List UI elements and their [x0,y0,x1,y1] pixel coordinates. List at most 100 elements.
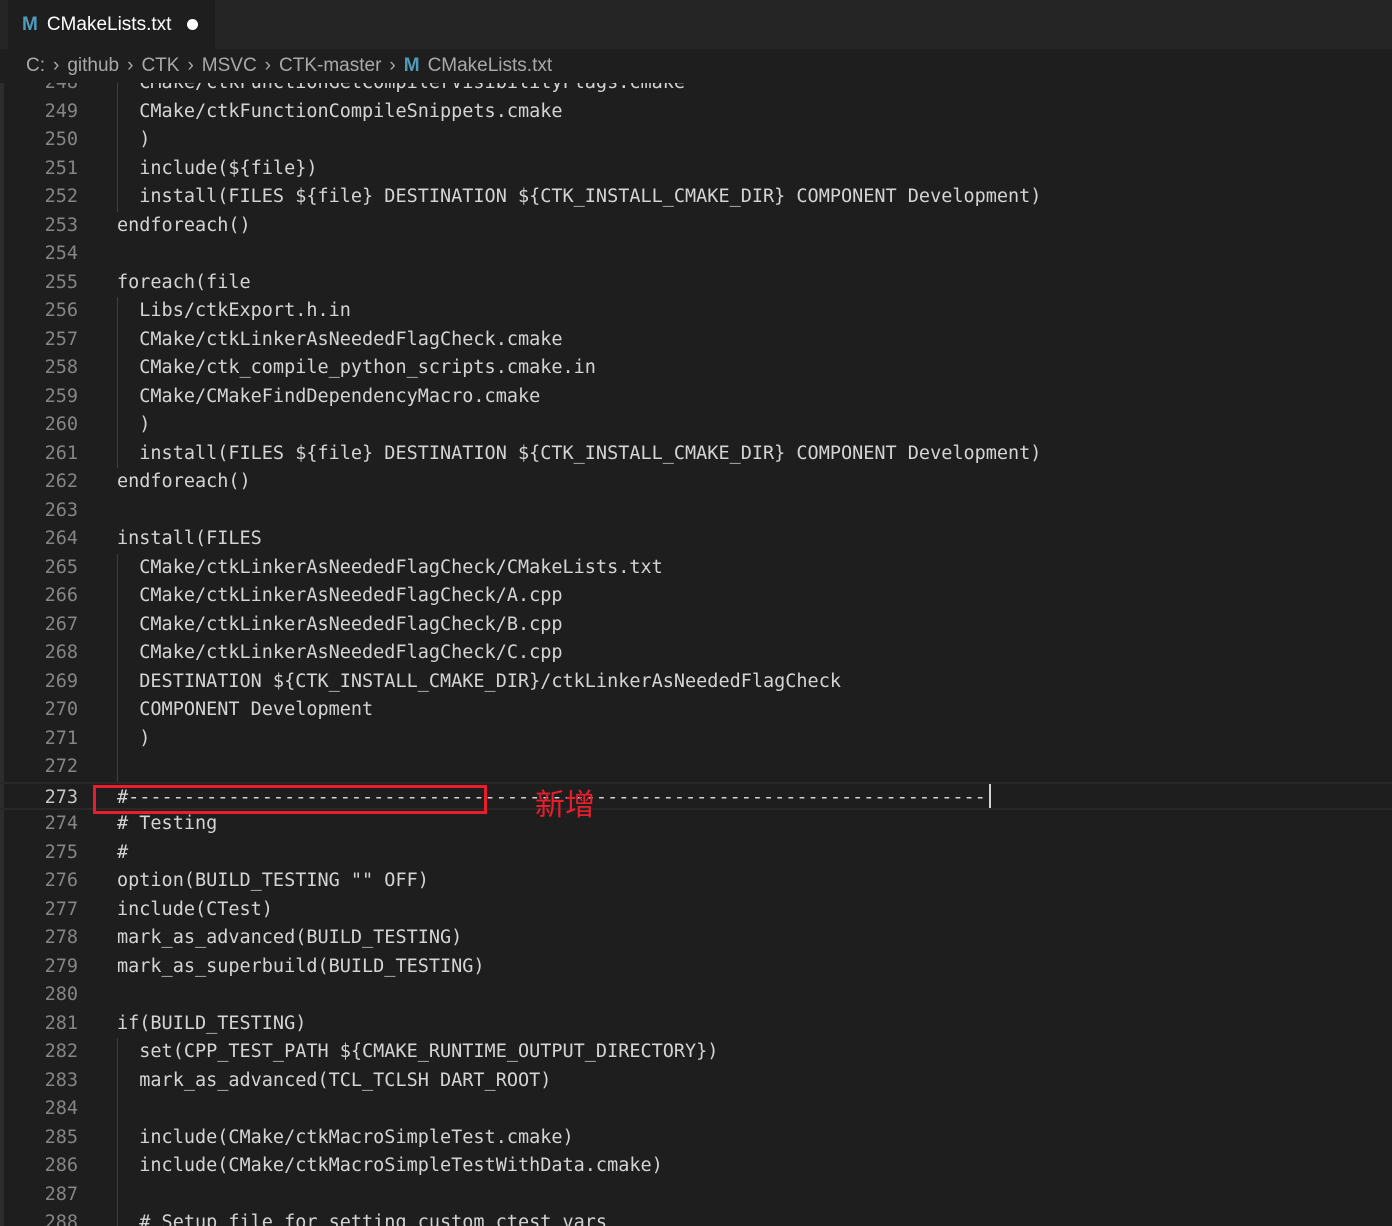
code-line[interactable]: 284 [0,1095,1392,1124]
line-number: 287 [44,1183,78,1205]
code-line[interactable]: 270 COMPONENT Development [0,696,1392,725]
breadcrumb-item-file[interactable]: CMakeLists.txt [428,55,553,77]
line-number: 265 [44,556,78,578]
line-number: 260 [44,414,78,435]
code-text: include(CMake/ctkMacroSimpleTest.cmake) [117,1126,574,1148]
code-line[interactable]: 267 CMake/ctkLinkerAsNeededFlagCheck/B.c… [0,611,1392,640]
breadcrumb-item-github[interactable]: github [67,55,119,77]
code-line[interactable]: 286 include(CMake/ctkMacroSimpleTestWith… [0,1152,1392,1181]
code-text: endforeach() [117,471,251,492]
indent-guide [117,553,118,782]
code-line[interactable]: 265 CMake/ctkLinkerAsNeededFlagCheck/CMa… [0,554,1392,583]
code-line[interactable]: 254 [0,240,1392,269]
chevron-right-icon: › [127,55,134,76]
code-text: set(CPP_TEST_PATH ${CMAKE_RUNTIME_OUTPUT… [117,1041,719,1062]
line-number: 288 [44,1212,78,1226]
cmake-file-icon: M [403,55,420,76]
line-number: 259 [44,385,78,407]
code-text: install(FILES [117,528,262,549]
cmake-file-icon: M [22,13,38,35]
code-text: include(CMake/ctkMacroSimpleTestWithData… [117,1155,663,1176]
line-number: 269 [44,670,78,692]
line-number: 256 [44,300,78,321]
breadcrumb-item-ctk[interactable]: CTK [141,55,179,77]
line-number: 285 [44,1126,78,1148]
line-number: 251 [44,157,78,179]
annotation-label: 新增 [535,788,595,823]
code-line[interactable]: 249 CMake/ctkFunctionCompileSnippets.cma… [0,98,1392,127]
code-line[interactable]: 274 # Testing [0,810,1392,839]
code-line[interactable]: 261 install(FILES ${file} DESTINATION ${… [0,440,1392,469]
code-line[interactable]: 282 set(CPP_TEST_PATH ${CMAKE_RUNTIME_OU… [0,1038,1392,1067]
code-line[interactable]: 275 # [0,839,1392,868]
code-text: CMake/ctkLinkerAsNeededFlagCheck.cmake [117,328,563,350]
code-line[interactable]: 252 install(FILES ${file} DESTINATION ${… [0,183,1392,212]
code-line[interactable]: 283 mark_as_advanced(TCL_TCLSH DART_ROOT… [0,1067,1392,1096]
code-text: # Setup file for setting custom ctest va… [117,1212,608,1226]
code-text: CMake/ctk_compile_python_scripts.cmake.i… [117,357,596,378]
line-number: 274 [44,813,78,834]
line-number: 264 [44,528,78,549]
indent-guide [117,83,118,212]
chevron-right-icon: › [53,55,60,76]
annotation-highlight-box [93,785,487,814]
chevron-right-icon: › [264,55,271,76]
line-number: 273 [44,786,78,808]
line-number: 283 [44,1069,78,1091]
breadcrumb-item-drive[interactable]: C: [26,55,45,77]
code-text: if(BUILD_TESTING) [117,1012,307,1034]
code-line[interactable]: 255 foreach(file [0,269,1392,298]
code-line[interactable]: 287 [0,1181,1392,1210]
code-text: ) [117,414,151,435]
unsaved-dot-icon[interactable] [187,19,199,30]
code-text: install(FILES ${file} DESTINATION ${CTK_… [117,186,1042,207]
code-text: ) [117,129,151,150]
code-text: DESTINATION ${CTK_INSTALL_CMAKE_DIR}/ctk… [117,670,841,692]
code-line[interactable]: 259 CMake/CMakeFindDependencyMacro.cmake [0,383,1392,412]
code-line[interactable]: 279 mark_as_superbuild(BUILD_TESTING) [0,953,1392,982]
line-number: 266 [44,585,78,606]
code-line[interactable]: 280 [0,981,1392,1010]
line-number: 250 [44,129,78,150]
code-line[interactable]: 288 # Setup file for setting custom ctes… [0,1209,1392,1226]
line-number: 255 [44,271,78,293]
code-line[interactable]: 276 option(BUILD_TESTING "" OFF) [0,867,1392,896]
code-line[interactable]: 250 ) [0,126,1392,155]
code-line[interactable]: 253 endforeach() [0,212,1392,241]
code-text: # [117,841,129,863]
code-line[interactable]: 264 install(FILES [0,525,1392,554]
code-line[interactable]: 272 [0,753,1392,782]
line-number: 263 [44,499,78,521]
code-line[interactable]: 258 CMake/ctk_compile_python_scripts.cma… [0,354,1392,383]
code-line[interactable]: 271 ) [0,725,1392,754]
line-number: 282 [44,1041,78,1062]
code-line[interactable]: 278 mark_as_advanced(BUILD_TESTING) [0,924,1392,953]
code-line[interactable]: 268 CMake/ctkLinkerAsNeededFlagCheck/C.c… [0,639,1392,668]
code-line[interactable]: 257 CMake/ctkLinkerAsNeededFlagCheck.cma… [0,326,1392,355]
code-line[interactable]: 262 endforeach() [0,468,1392,497]
code-line[interactable]: 263 [0,497,1392,526]
code-line[interactable]: 269 DESTINATION ${CTK_INSTALL_CMAKE_DIR}… [0,668,1392,697]
line-number: 280 [44,984,78,1005]
code-line[interactable]: 266 CMake/ctkLinkerAsNeededFlagCheck/A.c… [0,582,1392,611]
code-line[interactable]: 256 Libs/ctkExport.h.in [0,297,1392,326]
code-line[interactable]: 281 if(BUILD_TESTING) [0,1010,1392,1039]
code-text: install(FILES ${file} DESTINATION ${CTK_… [117,442,1042,464]
code-text: include(CTest) [117,898,273,920]
code-text: mark_as_advanced(TCL_TCLSH DART_ROOT) [117,1069,552,1091]
line-number: 261 [44,442,78,464]
code-line[interactable]: 277 include(CTest) [0,896,1392,925]
code-line[interactable]: 251 include(${file}) [0,155,1392,184]
code-editor[interactable]: 248 CMake/ctkFunctionGetCompilerVisibili… [0,83,1392,1226]
indent-guide [117,1038,118,1226]
code-line[interactable]: 285 include(CMake/ctkMacroSimpleTest.cma… [0,1124,1392,1153]
line-number: 277 [44,898,78,920]
code-text: CMake/CMakeFindDependencyMacro.cmake [117,385,541,407]
breadcrumb-item-msvc[interactable]: MSVC [202,55,257,77]
code-line[interactable]: 248 CMake/ctkFunctionGetCompilerVisibili… [0,83,1392,98]
tab-cmakelists[interactable]: M CMakeLists.txt [8,0,215,49]
line-number: 267 [44,613,78,635]
code-line[interactable]: 260 ) [0,411,1392,440]
breadcrumb-item-ctk-master[interactable]: CTK-master [279,55,381,77]
line-number: 281 [44,1012,78,1034]
